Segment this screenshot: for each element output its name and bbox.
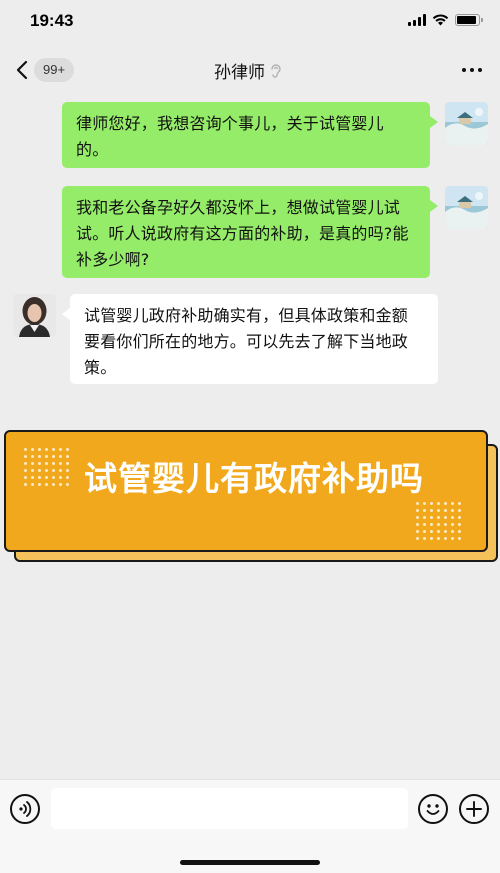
message-text: 我和老公备孕好久都没怀上，想做试管婴儿试试。听人说政府有这方面的补助，是真的吗?…: [76, 198, 409, 269]
chevron-left-icon[interactable]: [14, 59, 32, 81]
chat-title: 孙律师: [214, 63, 265, 83]
title-banner: 试管婴儿有政府补助吗: [4, 430, 488, 552]
outgoing-message-bubble[interactable]: 律师您好，我想咨询个事儿，关于试管婴儿的。: [62, 102, 438, 168]
message-text: 律师您好，我想咨询个事儿，关于试管婴儿的。: [76, 114, 384, 159]
message-input[interactable]: [51, 788, 408, 829]
incoming-message-bubble[interactable]: 试管婴儿政府补助确实有，但具体政策和金额要看你们所在的地方。可以先去了解下当地政…: [62, 294, 438, 384]
banner-title: 试管婴儿有政府补助吗: [84, 459, 424, 498]
voice-icon[interactable]: [10, 794, 40, 824]
ear-icon: [271, 63, 281, 78]
chat-title-group: 孙律师: [214, 58, 283, 83]
battery-icon: [455, 14, 483, 26]
plus-icon[interactable]: [459, 794, 489, 824]
signal-icon: [408, 14, 426, 26]
status-time: 19:43: [30, 11, 74, 30]
wifi-icon: [432, 14, 449, 26]
status-bar: 19:43: [0, 0, 500, 44]
outgoing-message-bubble[interactable]: 我和老公备孕好久都没怀上，想做试管婴儿试试。听人说政府有这方面的补助，是真的吗?…: [62, 186, 438, 278]
message-text: 试管婴儿政府补助确实有，但具体政策和金额要看你们所在的地方。可以先去了解下当地政…: [84, 306, 409, 377]
my-avatar[interactable]: [445, 102, 488, 145]
dots-decoration: [24, 448, 69, 486]
input-bar: [0, 779, 500, 873]
unread-count-badge[interactable]: 99+: [34, 58, 75, 82]
more-dots-icon[interactable]: [462, 68, 482, 72]
lawyer-avatar[interactable]: [13, 294, 56, 337]
status-icons: [408, 14, 483, 26]
my-avatar[interactable]: [445, 186, 488, 229]
chat-header: 99+ 孙律师: [0, 44, 500, 96]
emoji-icon[interactable]: [418, 794, 448, 824]
home-indicator: [180, 860, 320, 865]
dots-decoration: [416, 502, 461, 540]
